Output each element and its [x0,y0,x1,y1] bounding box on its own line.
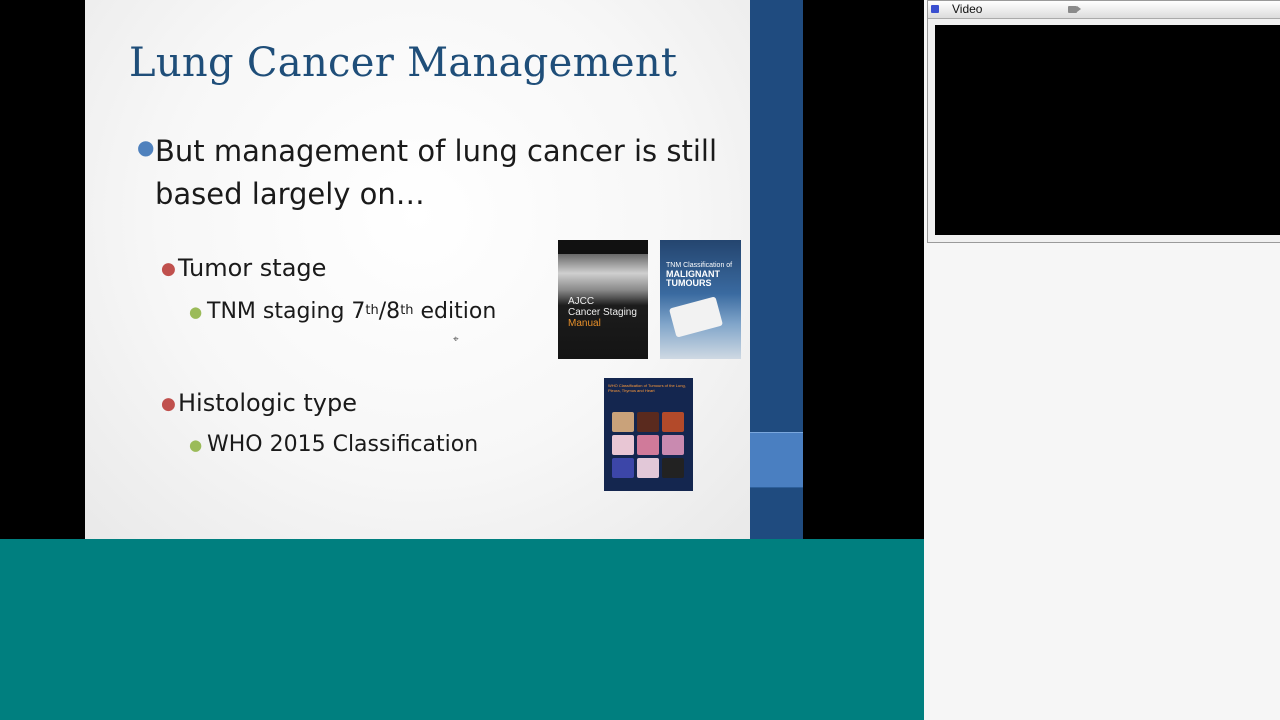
right-panel: Video [924,0,1280,720]
camera-icon[interactable] [1068,6,1077,13]
tnm-staging-bullet: TNM staging 7th/8th edition [207,299,497,324]
video-window[interactable]: Video [927,0,1280,243]
flag-image [668,296,724,338]
ajcc-book-cover: AJCC Cancer Staging Manual [558,240,648,359]
window-status-icon [931,5,939,13]
who-book-title: WHO Classification of Tumours of the Lun… [608,383,686,393]
main-bullet-line1: But management of lung cancer is still [155,134,718,168]
ajcc-book-line1: AJCC [568,296,595,307]
slide-title: Lung Cancer Management [129,40,678,86]
bullet-dot: ● [161,394,176,414]
tumor-stage-bullet: Tumor stage [178,254,327,282]
main-bullet-line2: based largely on… [155,177,425,211]
bullet-dot: ● [189,303,203,321]
bullet-dot: ● [161,259,176,279]
main-bullet: But management of lung cancer is still b… [155,130,717,216]
histologic-type-bullet: Histologic type [178,389,358,417]
presentation-area: Lung Cancer Management ● But management … [0,0,924,720]
tnm-book-cover: TNM Classification of MALIGNANT TUMOURS [660,240,741,359]
bullet-dot: ● [189,436,203,454]
ajcc-book-line2: Cancer Staging [568,307,637,318]
teal-footer-bar [0,539,924,720]
video-window-header[interactable]: Video [928,1,1280,19]
who-classification-bullet: WHO 2015 Classification [207,432,479,457]
mouse-cursor-icon: ⌖ [453,334,459,345]
video-window-title: Video [952,2,983,16]
who-book-cover: WHO Classification of Tumours of the Lun… [604,378,693,491]
slide-edge-tab [750,432,803,488]
histology-image-grid [612,412,684,478]
bullet-dot: ● [137,135,155,159]
tnm-book-line3: TUMOURS [666,278,712,288]
ajcc-book-line3: Manual [568,318,601,329]
video-screen[interactable] [935,25,1280,235]
slide: Lung Cancer Management ● But management … [85,0,750,539]
